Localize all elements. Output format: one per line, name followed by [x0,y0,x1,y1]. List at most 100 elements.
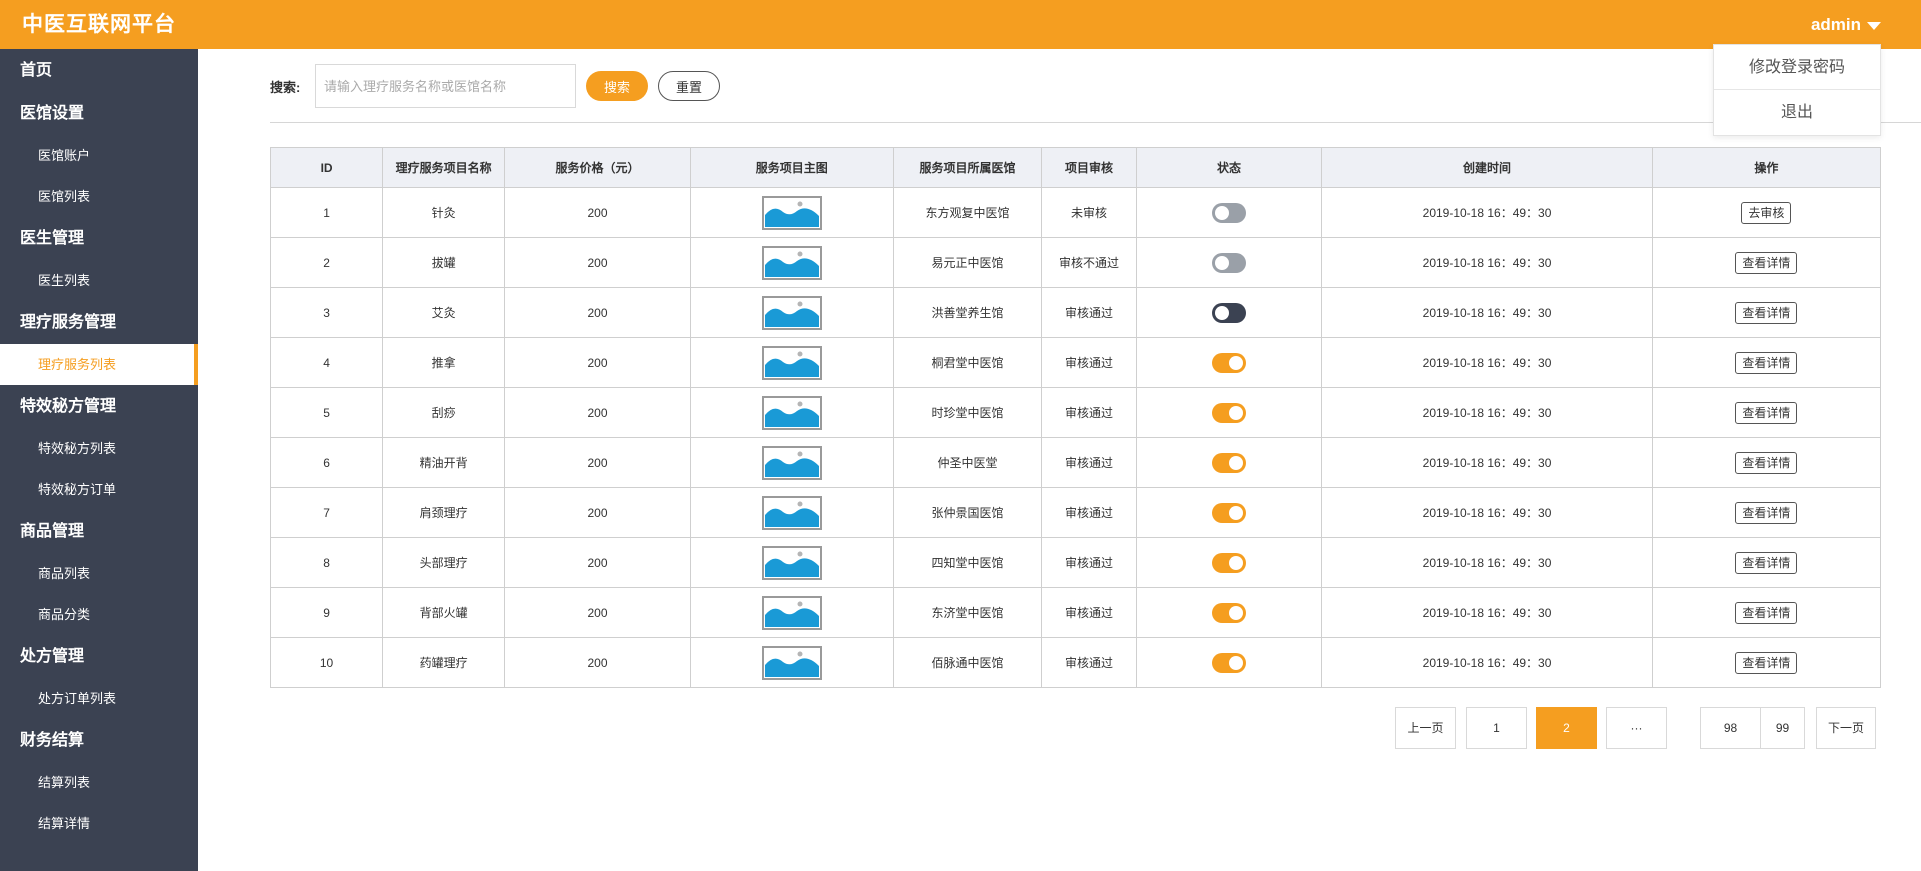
page-button[interactable]: 99 [1760,707,1805,749]
col-name-header: 理疗服务项目名称 [382,147,506,188]
page-button[interactable]: 98 [1700,707,1761,749]
status-toggle[interactable] [1212,202,1246,223]
cell-created-time: 2019-10-18 16：49：30 [1321,587,1653,638]
sidebar-item[interactable]: 处方订单列表 [0,678,198,719]
cell-status [1135,187,1323,238]
reset-button[interactable]: 重置 [658,71,720,101]
view-details-button[interactable]: 查看详情 [1735,251,1798,274]
image-placeholder-icon[interactable] [761,195,822,230]
status-toggle[interactable] [1212,252,1246,273]
status-toggle[interactable] [1212,602,1246,623]
cell-action: 查看详情 [1651,487,1882,538]
cell-name: 针灸 [382,187,506,238]
view-details-button[interactable]: 查看详情 [1735,651,1798,674]
view-details-button[interactable]: 查看详情 [1735,551,1798,574]
image-placeholder-icon[interactable] [761,445,822,480]
view-details-button[interactable]: 查看详情 [1735,401,1798,424]
top-header: 中医互联网平台 admin [0,0,1921,49]
sidebar-item[interactable]: 结算详情 [0,803,198,844]
cell-clinic: 东济堂中医馆 [892,587,1043,638]
cell-review-status: 审核通过 [1041,637,1137,688]
status-toggle[interactable] [1212,302,1246,323]
search-button[interactable]: 搜索 [586,71,648,101]
status-toggle[interactable] [1212,402,1246,423]
sidebar-group[interactable]: 特效秘方管理 [0,385,198,428]
view-details-button[interactable]: 查看详情 [1735,601,1798,624]
cell-review-status: 审核通过 [1041,587,1137,638]
search-input[interactable] [315,64,576,108]
sidebar-item[interactable]: 医馆列表 [0,176,198,217]
view-details-button[interactable]: 查看详情 [1735,351,1798,374]
sidebar-item[interactable]: 特效秘方列表 [0,428,198,469]
status-toggle[interactable] [1212,502,1246,523]
cell-clinic: 仲圣中医堂 [892,437,1043,488]
table-row: 5 刮痧 200 时珍堂中医馆 审核通过 2019-10-18 16：49：30 查看详情 [269,387,1882,438]
cell-action: 查看详情 [1651,437,1882,488]
cell-name: 拔罐 [382,237,506,288]
cell-created-time: 2019-10-18 16：49：30 [1321,487,1653,538]
col-id-header: ID [269,147,384,188]
image-placeholder-icon[interactable] [761,595,822,630]
app-logo-title: 中医互联网平台 [0,0,198,49]
cell-id: 3 [269,287,384,338]
status-toggle[interactable] [1212,552,1246,573]
sidebar-group[interactable]: 处方管理 [0,635,198,678]
sidebar-group[interactable]: 理疗服务管理 [0,301,198,344]
sidebar-item[interactable]: 商品列表 [0,553,198,594]
cell-review-status: 审核通过 [1041,287,1137,338]
cell-name: 肩颈理疗 [382,487,506,538]
prev-page-button[interactable]: 上一页 [1395,707,1456,749]
status-toggle[interactable] [1212,452,1246,473]
cell-status [1135,387,1323,438]
sidebar-group[interactable]: 医生管理 [0,217,198,260]
next-page-button[interactable]: 下一页 [1816,707,1876,749]
sidebar-item[interactable]: 特效秘方订单 [0,469,198,510]
table-row: 1 针灸 200 东方观复中医馆 未审核 2019-10-18 16：49：30 去审核 [269,187,1882,238]
view-details-button[interactable]: 查看详情 [1735,301,1798,324]
table-row: 4 推拿 200 桐君堂中医馆 审核通过 2019-10-18 16：49：30 查看详情 [269,337,1882,388]
user-menu-toggle[interactable]: admin [1811,0,1881,49]
page-button[interactable]: 2 [1536,707,1597,749]
page-ellipsis[interactable]: ··· [1606,707,1667,749]
image-placeholder-icon[interactable] [761,645,822,680]
sidebar-item[interactable]: 医生列表 [0,260,198,301]
cell-name: 背部火罐 [382,587,506,638]
image-placeholder-icon[interactable] [761,495,822,530]
sidebar-item[interactable]: 医馆账户 [0,135,198,176]
table-row: 3 艾灸 200 洪善堂养生馆 审核通过 2019-10-18 16：49：30 查看详情 [269,287,1882,338]
col-action-header: 操作 [1651,147,1882,188]
status-toggle[interactable] [1212,652,1246,673]
cell-action: 去审核 [1651,187,1882,238]
cell-review-status: 审核通过 [1041,487,1137,538]
cell-action: 查看详情 [1651,287,1882,338]
user-dropdown-menu: 修改登录密码 退出 [1713,44,1881,136]
cell-clinic: 桐君堂中医馆 [892,337,1043,388]
cell-name: 刮痧 [382,387,506,438]
page-button[interactable]: 1 [1466,707,1527,749]
cell-created-time: 2019-10-18 16：49：30 [1321,287,1653,338]
cell-status [1135,487,1323,538]
menu-item-logout[interactable]: 退出 [1714,90,1880,135]
status-toggle[interactable] [1212,352,1246,373]
cell-price: 200 [504,437,691,488]
sidebar-item[interactable]: 结算列表 [0,762,198,803]
review-button[interactable]: 去审核 [1741,201,1792,224]
sidebar-group[interactable]: 首页 [0,49,198,92]
view-details-button[interactable]: 查看详情 [1735,451,1798,474]
sidebar-group[interactable]: 财务结算 [0,719,198,762]
menu-item-change-password[interactable]: 修改登录密码 [1714,45,1880,90]
sidebar-group[interactable]: 商品管理 [0,510,198,553]
cell-action: 查看详情 [1651,587,1882,638]
sidebar-item[interactable]: 商品分类 [0,594,198,635]
image-placeholder-icon[interactable] [761,545,822,580]
cell-review-status: 未审核 [1041,187,1137,238]
table-row: 9 背部火罐 200 东济堂中医馆 审核通过 2019-10-18 16：49：30 查看详… [269,587,1882,638]
image-placeholder-icon[interactable] [761,345,822,380]
image-placeholder-icon[interactable] [761,395,822,430]
view-details-button[interactable]: 查看详情 [1735,501,1798,524]
image-placeholder-icon[interactable] [761,245,822,280]
sidebar-group[interactable]: 医馆设置 [0,92,198,135]
sidebar-item[interactable]: 理疗服务列表 [0,344,198,385]
image-placeholder-icon[interactable] [761,295,822,330]
cell-image [689,287,894,338]
